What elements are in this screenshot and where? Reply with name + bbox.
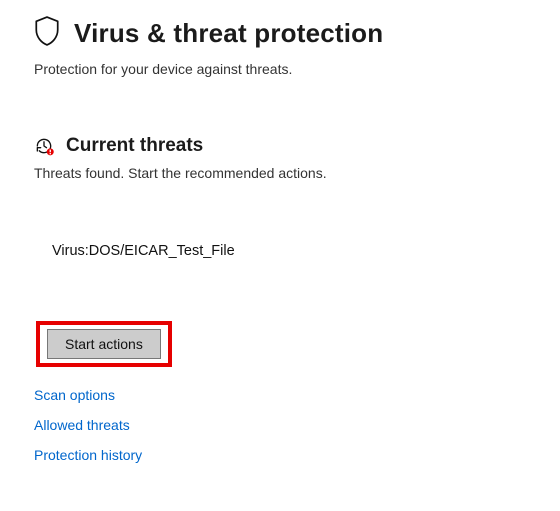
shield-icon [34,16,60,51]
start-actions-button[interactable]: Start actions [47,329,161,359]
tutorial-highlight: Start actions [36,321,172,367]
page-title: Virus & threat protection [74,18,383,49]
current-threats-title: Current threats [66,135,203,157]
protection-history-link[interactable]: Protection history [34,447,142,463]
scan-options-link[interactable]: Scan options [34,387,115,403]
page-subtitle: Protection for your device against threa… [34,61,526,77]
allowed-threats-link[interactable]: Allowed threats [34,417,130,433]
threat-item: Virus:DOS/EICAR_Test_File [52,243,526,259]
history-alert-icon [34,136,54,156]
current-threats-subtitle: Threats found. Start the recommended act… [34,165,526,181]
